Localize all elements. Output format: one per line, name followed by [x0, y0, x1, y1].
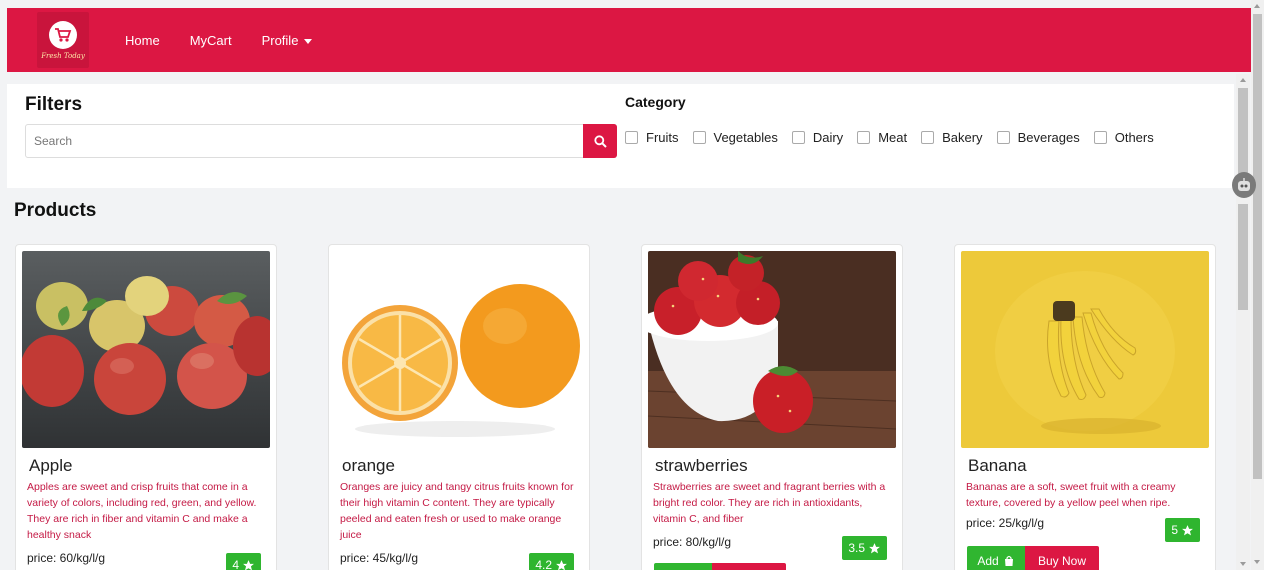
scroll-down-arrow-icon[interactable]	[1240, 562, 1246, 566]
star-icon	[1182, 524, 1193, 535]
add-to-cart-button[interactable]: Add	[967, 546, 1025, 570]
rating-badge: 5	[1165, 518, 1200, 542]
add-to-cart-button[interactable]: Add	[654, 563, 712, 570]
checkbox[interactable]	[857, 131, 871, 144]
product-price: price: 45/kg/l/g	[340, 551, 419, 565]
product-card-banana: Banana Bananas are a soft, sweet fruit w…	[954, 244, 1216, 570]
nav-home-link[interactable]: Home	[125, 33, 160, 48]
product-description: Oranges are juicy and tangy citrus fruit…	[340, 481, 574, 541]
search-input[interactable]	[26, 125, 583, 157]
category-bakery[interactable]: Bakery	[921, 130, 983, 145]
scroll-up-arrow-icon[interactable]	[1254, 4, 1260, 8]
buy-now-button[interactable]: Buy Now	[712, 563, 786, 570]
product-description: Strawberries are sweet and fragrant berr…	[653, 481, 886, 525]
product-description: Bananas are a soft, sweet fruit with a c…	[966, 481, 1176, 509]
category-dairy[interactable]: Dairy	[791, 130, 844, 145]
product-name: Apple	[29, 456, 73, 475]
brand-logo[interactable]: Fresh Today	[37, 12, 89, 68]
product-image-orange	[335, 251, 583, 448]
star-icon	[869, 542, 880, 553]
category-title: Category	[625, 94, 686, 110]
rating-badge: 4.2	[529, 553, 574, 570]
products-title: Products	[14, 200, 97, 221]
rating-value: 3.5	[848, 541, 865, 555]
product-image-apple	[22, 251, 270, 448]
nav-profile-label: Profile	[261, 32, 299, 48]
caret-down-icon	[304, 38, 313, 44]
rating-value: 4.2	[535, 558, 552, 570]
checkbox[interactable]	[1093, 131, 1107, 144]
product-description: Apples are sweet and crisp fruits that c…	[27, 481, 257, 541]
product-card-strawberries: strawberries Strawberries are sweet and …	[641, 244, 903, 570]
category-meat[interactable]: Meat	[857, 130, 907, 145]
star-icon	[243, 559, 254, 570]
category-label: Fruits	[646, 130, 679, 145]
category-label: Others	[1114, 130, 1154, 145]
product-name: strawberries	[655, 456, 748, 475]
rating-value: 4	[232, 558, 239, 570]
category-fruits[interactable]: Fruits	[625, 130, 679, 145]
search-icon	[593, 134, 607, 148]
checkbox[interactable]	[996, 131, 1010, 144]
checkbox[interactable]	[921, 131, 935, 144]
category-list: Fruits Vegetables Dairy Meat Bakery Beve…	[625, 130, 1168, 145]
star-icon	[556, 559, 567, 570]
rating-badge: 3.5	[842, 536, 887, 560]
page: Fresh Today Home MyCart Profile Filters …	[0, 0, 1264, 570]
robot-assistant-icon[interactable]	[1232, 172, 1256, 198]
category-others[interactable]: Others	[1093, 130, 1154, 145]
category-vegetables[interactable]: Vegetables	[692, 130, 778, 145]
brand-logo-text: Fresh Today	[41, 51, 85, 60]
checkbox[interactable]	[625, 131, 638, 144]
category-label: Vegetables	[713, 130, 778, 145]
category-label: Beverages	[1017, 130, 1080, 145]
content-scrollbar[interactable]	[1236, 74, 1250, 570]
search-button[interactable]	[583, 124, 617, 158]
product-name: Banana	[968, 456, 1027, 475]
buy-label: Buy Now	[1037, 554, 1087, 568]
scroll-thumb[interactable]	[1253, 14, 1262, 479]
product-price: price: 25/kg/l/g	[966, 516, 1045, 530]
navbar: Fresh Today Home MyCart Profile	[7, 8, 1251, 72]
category-beverages[interactable]: Beverages	[996, 130, 1080, 145]
nav-mycart-link[interactable]: MyCart	[190, 33, 232, 48]
scroll-up-arrow-icon[interactable]	[1240, 78, 1246, 82]
checkbox[interactable]	[791, 131, 805, 144]
product-card-orange: orange Oranges are juicy and tangy citru…	[328, 244, 590, 570]
scroll-thumb[interactable]	[1238, 204, 1248, 310]
category-label: Bakery	[942, 130, 983, 145]
buy-now-button[interactable]: Buy Now	[1025, 546, 1099, 570]
add-label: Add	[977, 554, 999, 568]
nav-profile-dropdown[interactable]: Profile	[262, 33, 313, 48]
filters-title: Filters	[25, 94, 83, 115]
product-card-apple: Apple Apples are sweet and crisp fruits …	[15, 244, 277, 570]
bag-icon	[1004, 555, 1013, 566]
category-label: Dairy	[812, 130, 844, 145]
filters-panel: Filters Category Fruits Vegetables Dairy…	[7, 84, 1234, 188]
scroll-thumb[interactable]	[1238, 88, 1248, 178]
product-price: price: 60/kg/l/g	[27, 551, 106, 565]
window-scrollbar[interactable]	[1251, 0, 1264, 570]
product-image-banana	[961, 251, 1209, 448]
category-label: Meat	[878, 130, 908, 145]
product-image-strawberries	[648, 251, 896, 448]
product-price: price: 80/kg/l/g	[653, 535, 732, 549]
search-box	[25, 124, 617, 158]
rating-value: 5	[1171, 523, 1178, 537]
cart-icon	[49, 20, 77, 49]
checkbox[interactable]	[692, 131, 706, 144]
product-name: orange	[342, 456, 395, 475]
scroll-down-arrow-icon[interactable]	[1254, 560, 1260, 564]
rating-badge: 4	[226, 553, 261, 570]
